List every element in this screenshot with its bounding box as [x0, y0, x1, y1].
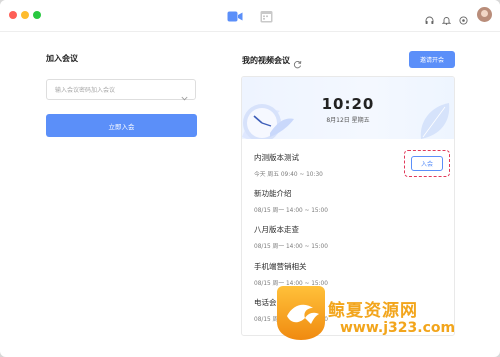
video-tab-icon[interactable]	[227, 8, 243, 27]
my-meetings-title: 我的视频会议	[242, 56, 290, 65]
calendar-tab-icon[interactable]	[260, 8, 273, 27]
bell-icon[interactable]	[441, 10, 452, 29]
watermark-logo-icon	[275, 282, 327, 346]
meeting-item[interactable]: 新功能介绍 08/15 周一 14:00 ~ 15:00	[254, 188, 449, 214]
join-highlight-box: 入会	[404, 150, 450, 177]
titlebar	[0, 0, 500, 32]
meeting-item[interactable]: 八月版本走查 08/15 周一 14:00 ~ 15:00	[254, 224, 449, 250]
meeting-title: 新功能介绍	[254, 189, 292, 198]
refresh-icon[interactable]	[293, 54, 302, 73]
maximize-window-button[interactable]	[33, 11, 41, 19]
close-window-button[interactable]	[9, 11, 17, 19]
app-window: 加入会议 输入会议密码加入会议 立即入会 我的视频会议 邀请开会 10:20 8…	[0, 0, 500, 357]
join-meeting-title: 加入会议	[46, 54, 78, 63]
meeting-time: 08/15 周一 14:00 ~ 15:00	[254, 244, 328, 250]
meeting-code-placeholder: 输入会议密码加入会议	[55, 87, 116, 94]
join-meeting-button[interactable]: 入会	[411, 156, 443, 171]
minimize-window-button[interactable]	[21, 11, 29, 19]
headset-icon[interactable]	[425, 10, 434, 29]
avatar[interactable]	[477, 7, 492, 22]
meeting-title: 八月版本走查	[254, 225, 299, 234]
meeting-title: 手机端营销相关	[254, 262, 307, 271]
meeting-code-input[interactable]: 输入会议密码加入会议	[46, 79, 196, 101]
join-now-button[interactable]: 立即入会	[46, 114, 197, 137]
schedule-meeting-button[interactable]: 邀请开会	[409, 51, 455, 68]
settings-icon[interactable]	[459, 10, 468, 29]
meeting-time: 08/15 周一 14:00 ~ 15:00	[254, 208, 328, 214]
chevron-down-icon[interactable]	[181, 86, 188, 105]
leaf-illustration-icon	[415, 101, 454, 139]
watermark-name: 鲸夏资源网	[328, 301, 418, 321]
time-banner: 10:20 8月12日 星期五	[242, 77, 454, 139]
watermark-url: www.j323.com	[340, 320, 456, 336]
